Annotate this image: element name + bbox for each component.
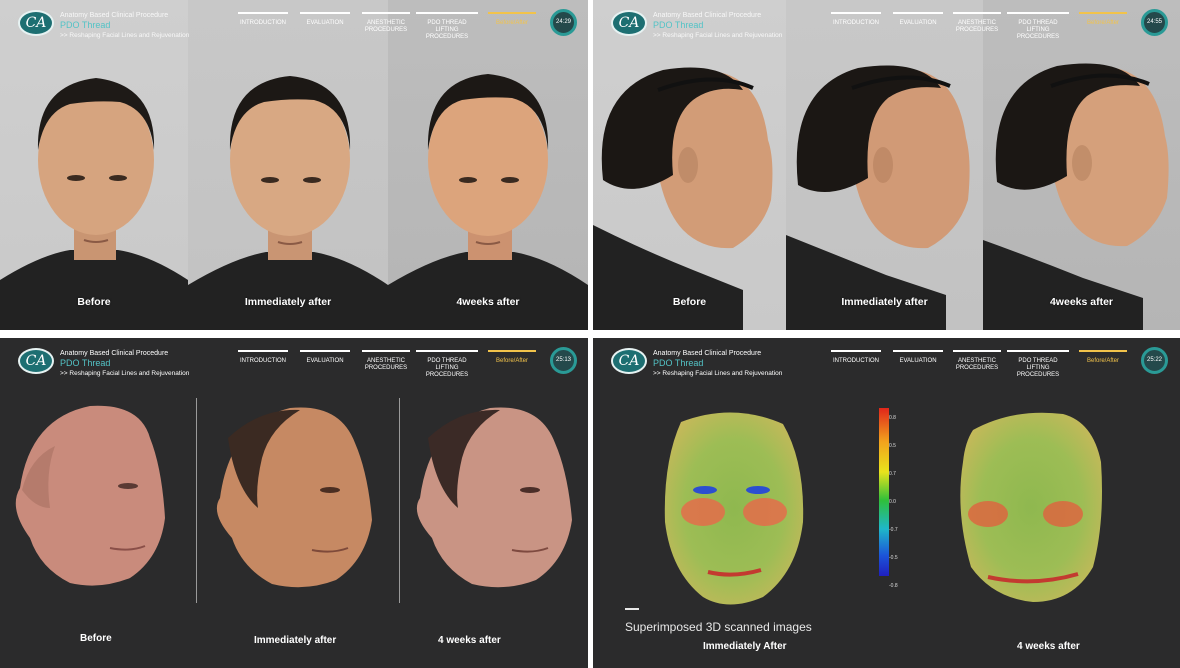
panel-frontal-photos: Before Immediately after 4weeks after CA <box>0 0 588 330</box>
brand-line1: Anatomy Based Clinical Procedure <box>653 12 762 19</box>
nav-pdo-thread-lifting[interactable]: PDO THREAD LIFTING PROCEDURES <box>416 350 478 379</box>
brand-block: Anatomy Based Clinical Procedure PDO Thr… <box>653 11 782 40</box>
caption-before: Before <box>77 296 111 308</box>
photo-4weeks-after-frontal: 4weeks after <box>388 0 588 330</box>
caption-immediately-after: Immediately after <box>254 635 337 646</box>
logo: CA <box>18 348 54 374</box>
brand-subtitle: >> Reshaping Facial Lines and Rejuvenati… <box>60 32 190 39</box>
nav-evaluation[interactable]: EVALUATION <box>893 350 943 365</box>
scan-faces-3d <box>15 405 572 588</box>
photo-4weeks-after-profile: 4weeks after <box>983 0 1180 330</box>
nav-pdo-thread-lifting[interactable]: PDO THREAD LIFTING PROCEDURES <box>1007 12 1069 41</box>
scale-ticks: 0.8 0.5 0.7 0.0 -0.7 -0.5 -0.8 <box>889 415 898 589</box>
panel-superimposed-scans: CA Anatomy Based Clinical Procedure PDO … <box>593 338 1180 668</box>
title-dash <box>625 608 639 610</box>
nav-pdo-thread-lifting[interactable]: PDO THREAD LIFTING PROCEDURES <box>416 12 478 41</box>
nav-evaluation[interactable]: EVALUATION <box>300 350 350 365</box>
caption-immediately-after: Immediately After <box>703 641 787 652</box>
brand-line1: Anatomy Based Clinical Procedure <box>60 12 169 19</box>
timer-badge: 24:29 <box>550 9 577 36</box>
caption-immediately-after: Immediately after <box>244 296 332 308</box>
timer-badge: 24:55 <box>1141 9 1168 36</box>
photo-before-frontal: Before <box>0 0 188 330</box>
panel-header: CA Anatomy Based Clinical Procedure PDO … <box>593 338 1180 382</box>
heatmap-faces <box>664 408 1102 605</box>
caption-4weeks-after: 4weeks after <box>1049 296 1114 308</box>
caption-4-weeks-after: 4 weeks after <box>438 635 501 646</box>
nav-introduction[interactable]: INTRODUCTION <box>238 350 288 365</box>
timer-badge: 25:13 <box>550 347 577 374</box>
nav-evaluation[interactable]: EVALUATION <box>300 12 350 27</box>
nav-introduction[interactable]: INTRODUCTION <box>238 12 288 27</box>
divider <box>196 398 197 603</box>
photo-immediately-after-frontal: Immediately after <box>188 0 388 330</box>
caption-before: Before <box>80 633 112 644</box>
panel-header: CA Anatomy Based Clinical Procedure PDO … <box>0 338 588 382</box>
brand-title: PDO Thread <box>653 358 704 368</box>
brand-title: PDO Thread <box>653 20 704 30</box>
brand-block: Anatomy Based Clinical Procedure PDO Thr… <box>60 349 189 378</box>
brand-title: PDO Thread <box>60 20 111 30</box>
panel-3d-scans: CA Anatomy Based Clinical Procedure PDO … <box>0 338 588 668</box>
brand-subtitle: >> Reshaping Facial Lines and Rejuvenati… <box>653 370 783 377</box>
panel-profile-photos: Before Immediately after 4weeks after CA… <box>593 0 1180 330</box>
logo: CA <box>18 10 54 36</box>
brand-subtitle: >> Reshaping Facial Lines and Rejuvenati… <box>653 32 783 39</box>
nav-anesthetic-procedures[interactable]: ANESTHETIC PROCEDURES <box>362 350 410 372</box>
caption-4weeks-after: 4weeks after <box>456 296 520 308</box>
photo-before-profile: Before <box>593 0 786 330</box>
logo: CA <box>611 348 647 374</box>
divider <box>399 398 400 603</box>
panel-header: CA Anatomy Based Clinical Procedure PDO … <box>0 0 588 44</box>
nav-anesthetic-procedures[interactable]: ANESTHETIC PROCEDURES <box>953 350 1001 372</box>
caption-immediately-after: Immediately after <box>841 296 928 308</box>
nav-before-after[interactable]: Before/After <box>488 12 536 27</box>
caption-before: Before <box>672 296 707 308</box>
nav-before-after[interactable]: Before/After <box>1079 12 1127 27</box>
panel-header: CA Anatomy Based Clinical Procedure PDO … <box>593 0 1180 44</box>
nav-introduction[interactable]: INTRODUCTION <box>831 12 881 27</box>
nav-before-after[interactable]: Before/After <box>1079 350 1127 365</box>
nav-pdo-thread-lifting[interactable]: PDO THREAD LIFTING PROCEDURES <box>1007 350 1069 379</box>
nav-evaluation[interactable]: EVALUATION <box>893 12 943 27</box>
nav-anesthetic-procedures[interactable]: ANESTHETIC PROCEDURES <box>953 12 1001 34</box>
brand-subtitle: >> Reshaping Facial Lines and Rejuvenati… <box>60 370 190 377</box>
photo-immediately-after-profile: Immediately after <box>786 0 983 330</box>
brand-block: Anatomy Based Clinical Procedure PDO Thr… <box>653 349 782 378</box>
nav-before-after[interactable]: Before/After <box>488 350 536 365</box>
nav-introduction[interactable]: INTRODUCTION <box>831 350 881 365</box>
timer-badge: 25:22 <box>1141 347 1168 374</box>
superimposed-title: Superimposed 3D scanned images <box>625 620 812 634</box>
caption-4-weeks-after: 4 weeks after <box>1017 641 1080 652</box>
brand-title: PDO Thread <box>60 358 111 368</box>
nav-anesthetic-procedures[interactable]: ANESTHETIC PROCEDURES <box>362 12 410 34</box>
logo: CA <box>611 10 647 36</box>
brand-line1: Anatomy Based Clinical Procedure <box>653 350 762 357</box>
brand-block: Anatomy Based Clinical Procedure PDO Thr… <box>60 11 189 40</box>
brand-line1: Anatomy Based Clinical Procedure <box>60 350 169 357</box>
